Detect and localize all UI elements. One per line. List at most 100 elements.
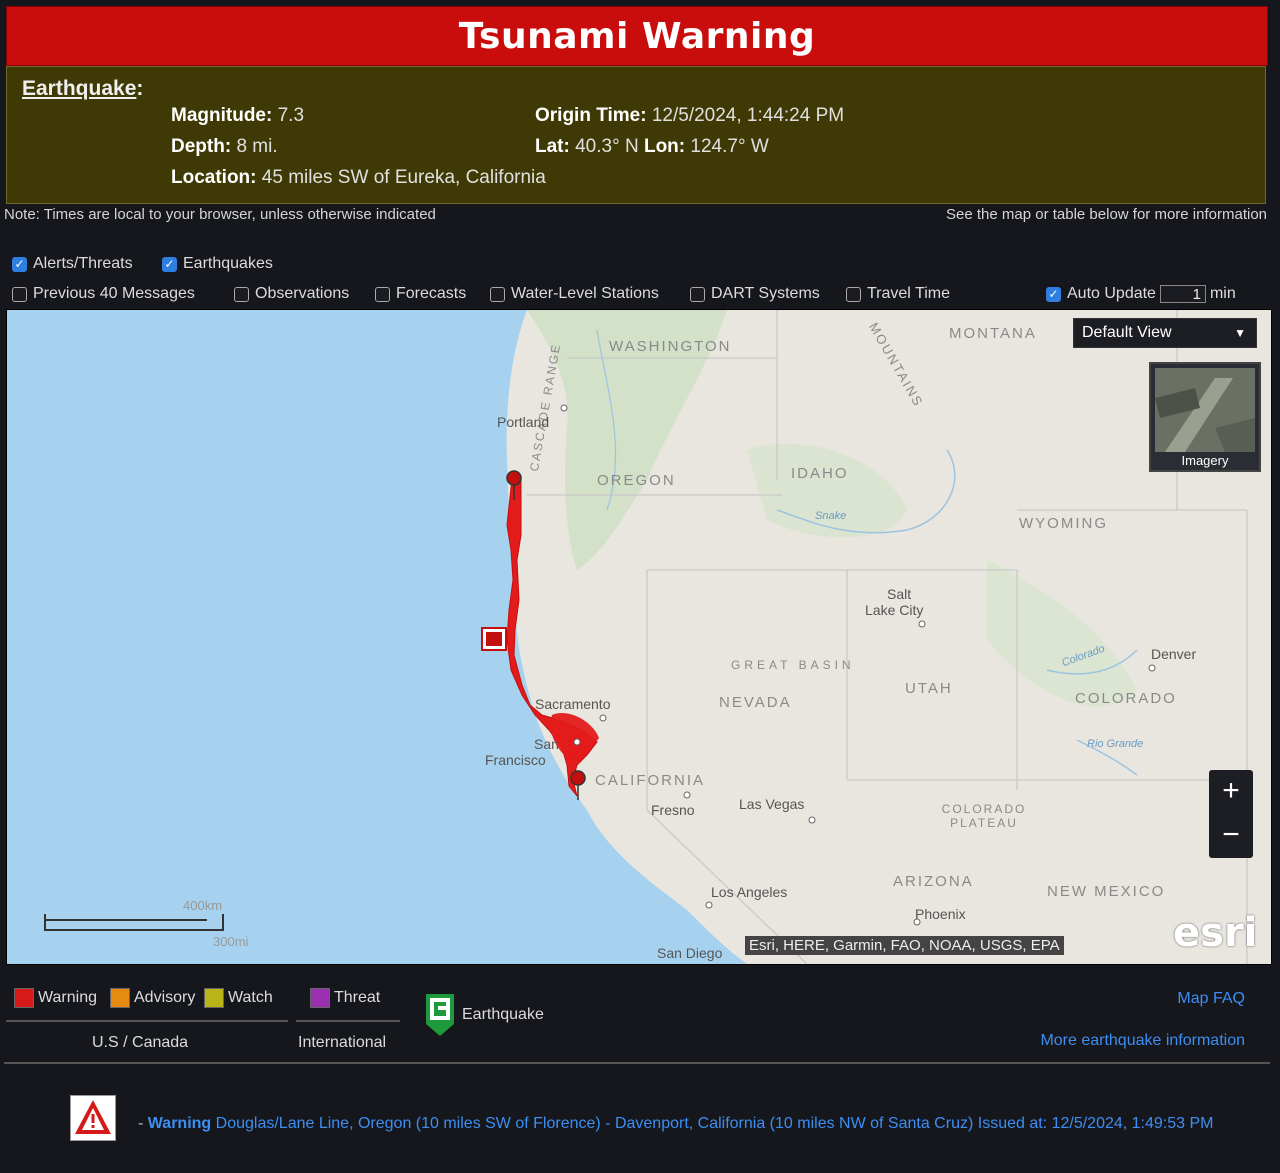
- international-caption: International: [298, 1034, 387, 1051]
- imagery-thumbnail: [1155, 368, 1255, 452]
- magnitude-label: Magnitude:: [171, 105, 273, 126]
- earthquake-icon: [426, 994, 454, 1036]
- alerts-threats-label: Alerts/Threats: [33, 255, 133, 272]
- label-montana: MONTANA: [949, 325, 1037, 342]
- auto-update-toggle[interactable]: ✓ Auto Update min: [1046, 285, 1236, 303]
- international-divider: [296, 1020, 400, 1022]
- esri-logo: esri: [1173, 910, 1258, 956]
- lon-label: Lon:: [643, 136, 686, 157]
- legend-advisory-label: Advisory: [134, 989, 196, 1006]
- zoom-out-button[interactable]: −: [1209, 814, 1253, 858]
- observations-toggle[interactable]: Observations: [234, 285, 349, 303]
- earthquakes-label: Earthquakes: [183, 255, 273, 272]
- observations-checkbox[interactable]: [234, 286, 249, 302]
- warning-triangle-icon: [70, 1095, 116, 1141]
- legend-warning-label: Warning: [38, 989, 97, 1006]
- auto-update-label: Auto Update: [1067, 285, 1156, 302]
- label-sacramento: Sacramento: [535, 696, 611, 712]
- label-fresno: Fresno: [651, 802, 695, 818]
- map-note: See the map or table below for more info…: [946, 206, 1267, 223]
- travel-time-toggle[interactable]: Travel Time: [846, 285, 950, 303]
- earthquake-heading: Earthquake:: [22, 77, 143, 101]
- zoom-in-button[interactable]: +: [1209, 770, 1253, 814]
- alerts-threats-toggle[interactable]: ✓ Alerts/Threats: [12, 255, 133, 273]
- legend-watch: Watch: [204, 988, 273, 1008]
- dart-checkbox[interactable]: [690, 286, 705, 302]
- origin-time-value: 12/5/2024, 1:44:24 PM: [651, 105, 845, 126]
- legend-earthquake: Earthquake: [424, 992, 544, 1038]
- water-level-label: Water-Level Stations: [511, 285, 659, 302]
- legend-threat: Threat: [310, 988, 380, 1008]
- label-utah: UTAH: [905, 680, 953, 697]
- water-level-toggle[interactable]: Water-Level Stations: [490, 285, 659, 303]
- label-phoenix: Phoenix: [915, 906, 966, 922]
- scale-km-label: 400km: [183, 898, 223, 913]
- dart-label: DART Systems: [711, 285, 820, 302]
- label-arizona: ARIZONA: [893, 873, 974, 890]
- tsunami-warning-banner: Tsunami Warning: [6, 6, 1268, 66]
- label-nevada: NEVADA: [719, 694, 792, 711]
- warning-swatch: [14, 988, 34, 1008]
- map-faq-link[interactable]: Map FAQ: [1177, 990, 1245, 1008]
- epicenter-earthquake-marker[interactable]: [481, 627, 507, 651]
- time-note: Note: Times are local to your browser, u…: [4, 206, 436, 223]
- label-oregon: OREGON: [597, 472, 676, 489]
- location-value: 45 miles SW of Eureka, California: [261, 167, 546, 188]
- label-rio-grande: Rio Grande: [1087, 738, 1144, 750]
- label-washington: WASHINGTON: [609, 338, 732, 355]
- lon-value: 124.7° W: [690, 136, 769, 157]
- legend-threat-label: Threat: [334, 989, 381, 1006]
- label-salt: Salt: [887, 586, 912, 602]
- auto-update-checkbox[interactable]: ✓: [1046, 286, 1061, 302]
- previous-messages-label: Previous 40 Messages: [33, 285, 195, 302]
- label-francisco: Francisco: [485, 752, 546, 768]
- depth-value: 8 mi.: [236, 136, 278, 157]
- label-california: CALIFORNIA: [595, 772, 706, 789]
- view-select-value: Default View: [1082, 324, 1172, 341]
- auto-update-minutes-input[interactable]: [1159, 285, 1206, 303]
- view-select-dropdown[interactable]: Default View ▼: [1073, 318, 1257, 348]
- auto-update-unit: min: [1209, 285, 1236, 302]
- label-lake-city: Lake City: [865, 602, 924, 618]
- forecasts-toggle[interactable]: Forecasts: [375, 285, 466, 303]
- legend-warning: Warning: [14, 988, 97, 1008]
- label-snake-river: Snake: [815, 510, 847, 522]
- legend-advisory: Advisory: [110, 988, 195, 1008]
- travel-time-checkbox[interactable]: [846, 286, 861, 302]
- legend-earthquake-label: Earthquake: [462, 1006, 544, 1023]
- basemap-label: Imagery: [1181, 453, 1229, 468]
- map-view[interactable]: WASHINGTON MONTANA OREGON IDAHO WYOMING …: [6, 309, 1272, 965]
- us-canada-caption: U.S / Canada: [92, 1034, 189, 1051]
- label-las-vegas: Las Vegas: [739, 796, 805, 812]
- alert-text[interactable]: - Warning Douglas/Lane Line, Oregon (10 …: [70, 1107, 1250, 1141]
- us-canada-divider: [6, 1020, 288, 1022]
- earthquakes-toggle[interactable]: ✓ Earthquakes: [162, 255, 273, 273]
- label-los-angeles: Los Angeles: [711, 884, 788, 900]
- legend-watch-label: Watch: [228, 989, 273, 1006]
- more-earthquake-info-link[interactable]: More earthquake information: [1040, 1032, 1245, 1050]
- earthquake-heading-text: Earthquake: [22, 77, 137, 100]
- watch-swatch: [204, 988, 224, 1008]
- water-level-checkbox[interactable]: [490, 286, 505, 302]
- lat-label: Lat:: [535, 136, 570, 157]
- alert-area: Douglas/Lane Line, Oregon (10 miles SW o…: [215, 1115, 974, 1132]
- legend: Warning Advisory Watch Threat U.S / Cana…: [0, 970, 1280, 1060]
- forecasts-checkbox[interactable]: [375, 286, 390, 302]
- advisory-swatch: [110, 988, 130, 1008]
- basemap-toggle[interactable]: Imagery: [1149, 362, 1261, 472]
- previous-messages-toggle[interactable]: Previous 40 Messages: [12, 285, 195, 303]
- magnitude-row: Magnitude: 7.3: [171, 105, 304, 127]
- previous-messages-checkbox[interactable]: [12, 286, 27, 302]
- alert-issued-time: 12/5/2024, 1:49:53 PM: [1051, 1115, 1214, 1132]
- origin-time-label: Origin Time:: [535, 105, 647, 126]
- map-canvas: [7, 310, 1271, 964]
- map-attribution: Esri, HERE, Garmin, FAO, NOAA, USGS, EPA: [745, 936, 1064, 955]
- label-new-mexico: NEW MEXICO: [1047, 883, 1166, 900]
- dart-toggle[interactable]: DART Systems: [690, 285, 820, 303]
- earthquakes-checkbox[interactable]: ✓: [162, 256, 177, 272]
- earthquake-heading-colon: :: [136, 77, 144, 100]
- magnitude-value: 7.3: [277, 105, 305, 126]
- label-san-diego: San Diego: [657, 945, 723, 961]
- depth-row: Depth: 8 mi.: [171, 136, 278, 158]
- alerts-threats-checkbox[interactable]: ✓: [12, 256, 27, 272]
